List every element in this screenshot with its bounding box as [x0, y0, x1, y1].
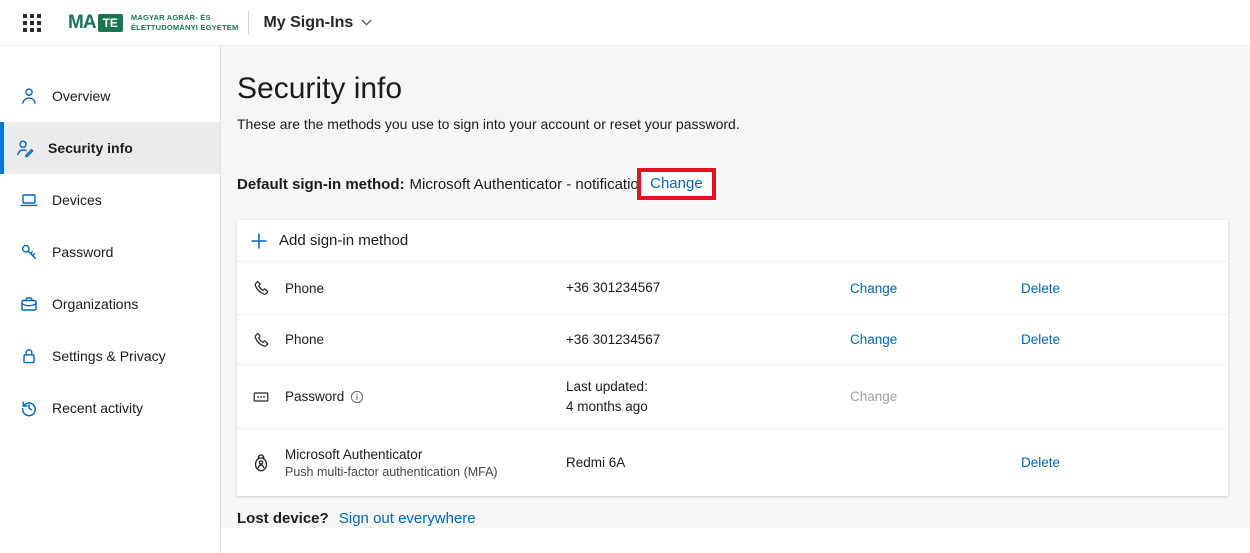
sidebar-item-settings-privacy[interactable]: Settings & Privacy [0, 330, 220, 382]
delete-phone-link[interactable]: Delete [1021, 281, 1228, 296]
table-row-password: Password Last updated: 4 months ago Chan… [237, 365, 1228, 429]
app-launcher-icon[interactable] [12, 3, 52, 43]
method-name: Microsoft Authenticator [285, 447, 566, 462]
method-name: Phone [285, 332, 566, 347]
method-detail: Last updated: 4 months ago [566, 377, 850, 416]
add-sign-in-method-button[interactable]: Add sign-in method [237, 220, 1228, 262]
default-sign-in-method-line: Default sign-in method: Microsoft Authen… [237, 168, 1228, 200]
change-password-link-disabled: Change [850, 389, 1021, 404]
method-name-label: Password [285, 389, 344, 404]
app-title-label: My Sign-Ins [263, 14, 353, 32]
sidebar-nav: Overview Security info Devices Password [0, 46, 221, 553]
phone-icon [251, 278, 271, 298]
sidebar-item-label: Devices [52, 192, 102, 208]
default-method-label: Default sign-in method: [237, 176, 405, 193]
page-title: Security info [237, 72, 1228, 106]
red-highlight-box: Change [637, 168, 716, 200]
last-updated-label: Last updated: [566, 377, 850, 397]
table-row-phone-2: Phone +36 301234567 Change Delete [237, 315, 1228, 365]
change-phone-link[interactable]: Change [850, 332, 1021, 347]
sidebar-item-label: Recent activity [52, 400, 143, 416]
sign-in-methods-table: Add sign-in method Phone +36 301234567 C… [237, 220, 1228, 496]
lost-device-label: Lost device? [237, 510, 329, 527]
lost-device-line: Lost device? Sign out everywhere [237, 510, 1228, 527]
security-info-page: Security info These are the methods you … [221, 46, 1250, 528]
page-subtitle: These are the methods you use to sign in… [237, 116, 1228, 132]
header-divider [248, 11, 249, 35]
sidebar-item-devices[interactable]: Devices [0, 174, 220, 226]
sidebar-item-label: Password [52, 244, 113, 260]
person-edit-icon [15, 138, 35, 158]
lock-icon [19, 346, 39, 366]
last-updated-value: 4 months ago [566, 397, 850, 417]
method-detail: Redmi 6A [566, 453, 850, 473]
sidebar-item-password[interactable]: Password [0, 226, 220, 278]
plus-icon [250, 232, 268, 250]
sidebar-item-label: Settings & Privacy [52, 348, 166, 364]
laptop-icon [19, 190, 39, 210]
password-field-icon [251, 387, 271, 407]
table-row-phone-1: Phone +36 301234567 Change Delete [237, 262, 1228, 315]
method-name: Password [285, 389, 566, 404]
add-method-label: Add sign-in method [279, 232, 408, 249]
sidebar-item-label: Security info [48, 140, 133, 156]
default-method-value: Microsoft Authenticator - notification [410, 176, 648, 193]
sidebar-item-organizations[interactable]: Organizations [0, 278, 220, 330]
phone-icon [251, 330, 271, 350]
chevron-down-icon [361, 19, 372, 26]
change-phone-link[interactable]: Change [850, 281, 1021, 296]
university-logo: MA TE MAGYAR AGRÁR- ÉS ÉLETTUDOMÁNYI EGY… [68, 12, 238, 34]
delete-phone-link[interactable]: Delete [1021, 332, 1228, 347]
briefcase-icon [19, 294, 39, 314]
delete-authenticator-link[interactable]: Delete [1021, 455, 1228, 470]
authenticator-icon [250, 452, 272, 474]
sidebar-item-security-info[interactable]: Security info [0, 122, 220, 174]
method-detail: +36 301234567 [566, 330, 850, 350]
sign-out-everywhere-link[interactable]: Sign out everywhere [339, 510, 476, 527]
sidebar-item-overview[interactable]: Overview [0, 70, 220, 122]
person-icon [19, 86, 39, 106]
top-header: MA TE MAGYAR AGRÁR- ÉS ÉLETTUDOMÁNYI EGY… [0, 0, 1250, 46]
method-name: Phone [285, 281, 566, 296]
mate-logo-mark: MA TE [68, 12, 123, 34]
app-title-dropdown[interactable]: My Sign-Ins [263, 14, 372, 32]
sidebar-item-recent-activity[interactable]: Recent activity [0, 382, 220, 434]
method-detail: +36 301234567 [566, 278, 850, 298]
method-name-block: Microsoft Authenticator Push multi-facto… [285, 447, 566, 479]
sidebar-item-label: Overview [52, 88, 110, 104]
university-name: MAGYAR AGRÁR- ÉS ÉLETTUDOMÁNYI EGYETEM [131, 13, 239, 32]
logo-te-box: TE [98, 14, 123, 32]
key-icon [19, 242, 39, 262]
table-row-authenticator: Microsoft Authenticator Push multi-facto… [237, 429, 1228, 496]
method-subtitle: Push multi-factor authentication (MFA) [285, 465, 566, 479]
history-icon [19, 398, 39, 418]
info-icon[interactable] [350, 390, 364, 404]
sidebar-item-label: Organizations [52, 296, 138, 312]
logo-ma-letters: MA [68, 12, 96, 34]
change-default-method-link[interactable]: Change [650, 175, 703, 192]
